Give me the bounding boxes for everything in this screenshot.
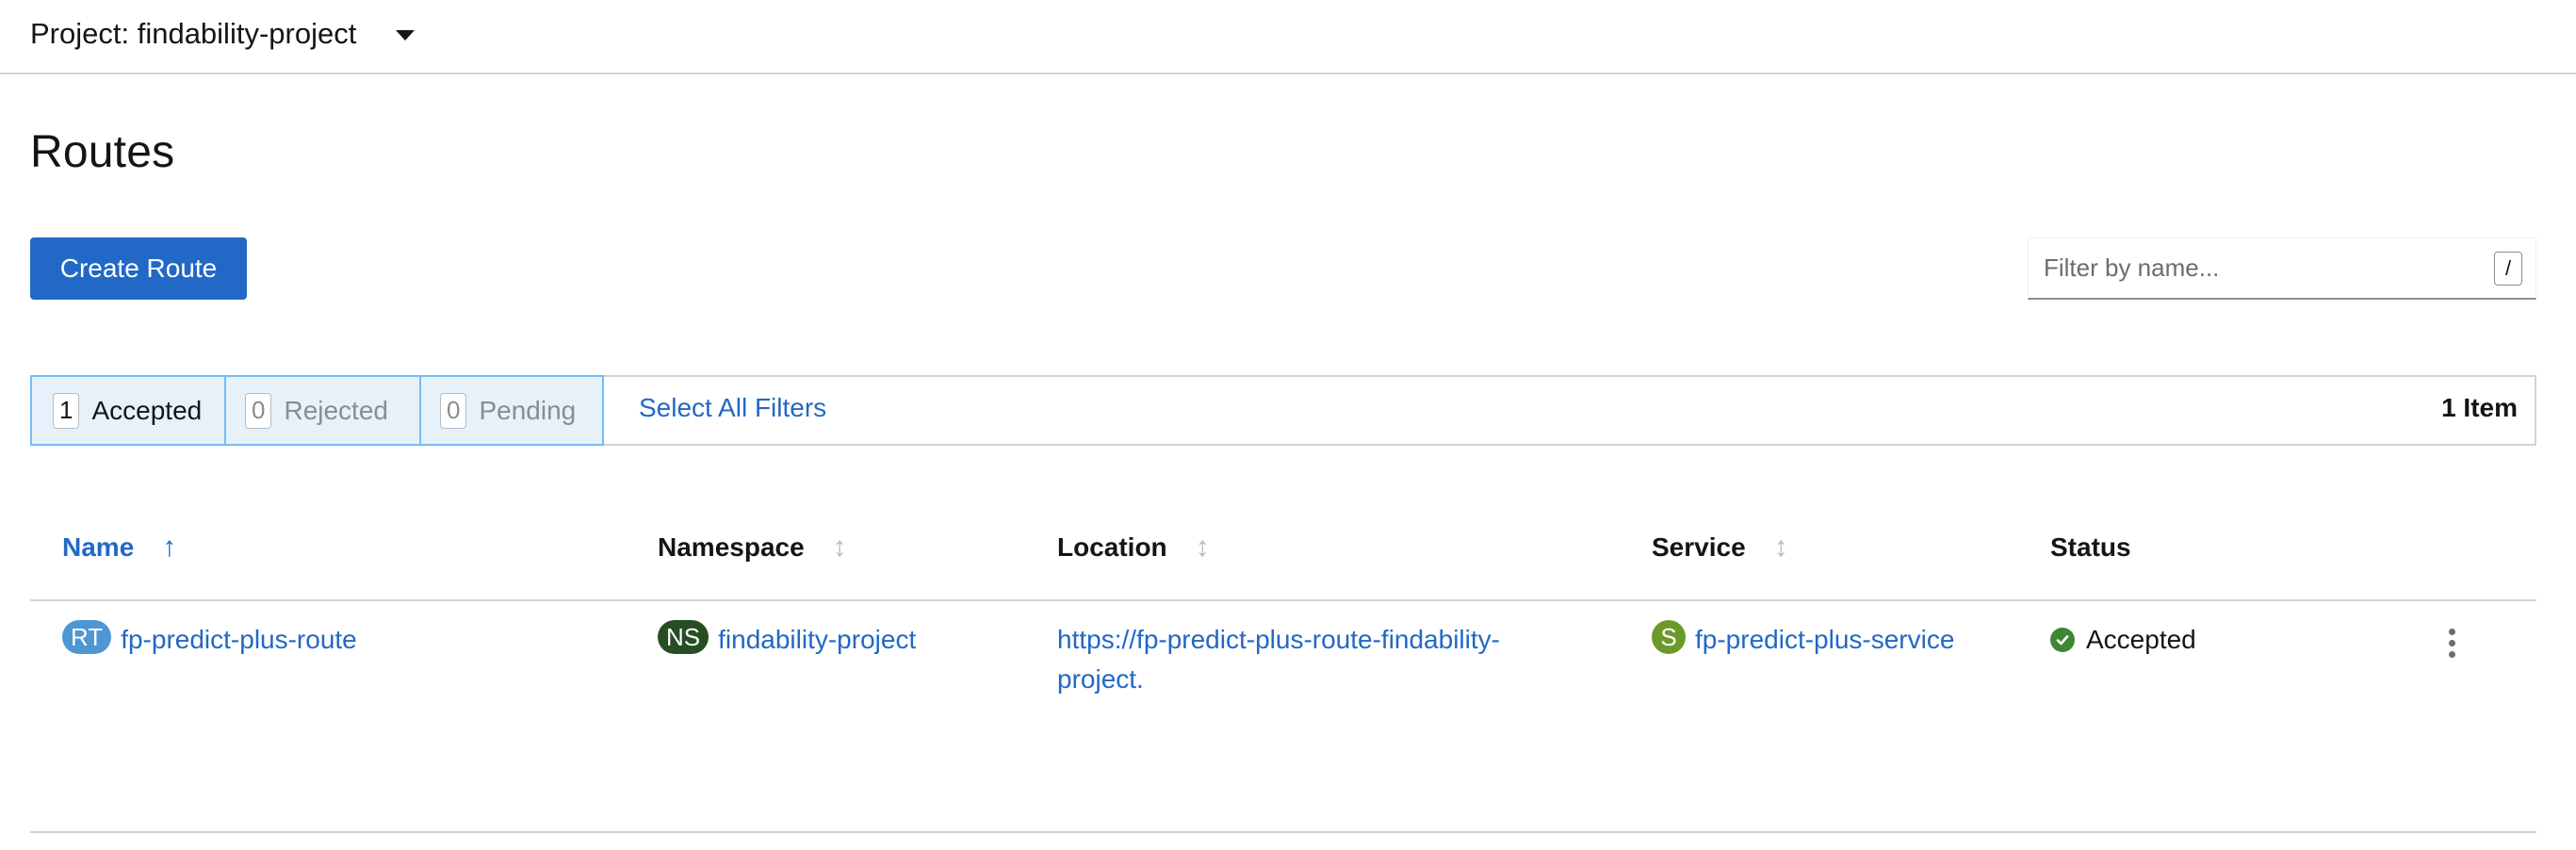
accepted-count: 1 [53, 392, 80, 429]
rejected-label: Rejected [284, 395, 388, 425]
service-resource-badge: S [1652, 620, 1686, 654]
check-circle-icon [2050, 628, 2075, 652]
select-all-filters-link[interactable]: Select All Filters [639, 393, 826, 423]
namespace-link[interactable]: findability-project [718, 620, 916, 660]
row-filter-accepted[interactable]: 1 Accepted [30, 375, 226, 446]
column-header-location[interactable]: Location ↕ [1057, 532, 1210, 563]
route-name-link[interactable]: fp-predict-plus-route [121, 620, 357, 660]
project-label: Project: findability-project [30, 17, 357, 50]
project-dropdown[interactable]: Project: findability-project [30, 13, 416, 55]
row-filter-rejected[interactable]: 0 Rejected [224, 375, 421, 446]
pending-label: Pending [479, 395, 577, 425]
column-header-service[interactable]: Service ↕ [1652, 532, 1788, 563]
cell-name: RT fp-predict-plus-route [62, 620, 357, 660]
filter-input[interactable] [2029, 238, 2535, 298]
kebab-dot [2448, 650, 2455, 658]
arrows-alt-v-icon: ↕ [1773, 531, 1788, 563]
namespace-resource-badge: NS [658, 620, 709, 654]
create-route-button[interactable]: Create Route [30, 237, 247, 300]
kebab-icon[interactable] [2442, 624, 2461, 662]
column-label-service: Service [1652, 532, 1746, 562]
column-header-status: Status [2050, 532, 2131, 563]
arrows-alt-v-icon: ↕ [832, 531, 847, 563]
long-arrow-up-icon: ↑ [162, 531, 177, 563]
cell-status: Accepted [2050, 620, 2196, 660]
row-filter-pending[interactable]: 0 Pending [419, 375, 604, 446]
table-row: RT fp-predict-plus-route NS findability-… [30, 603, 2536, 833]
arrows-alt-v-icon: ↕ [1195, 531, 1210, 563]
column-label-namespace: Namespace [658, 532, 805, 562]
cell-service: S fp-predict-plus-service [1652, 620, 1954, 660]
service-link[interactable]: fp-predict-plus-service [1695, 620, 1954, 660]
location-link[interactable]: https://fp-predict-plus-route-findabilit… [1057, 620, 1585, 699]
keyboard-shortcut-hint: / [2494, 252, 2522, 286]
pending-count: 0 [440, 392, 467, 429]
column-header-name[interactable]: Name ↑ [62, 532, 176, 563]
caret-down-icon [396, 29, 416, 41]
table-header: Name ↑ Namespace ↕ Location ↕ Service ↕ … [30, 509, 2536, 601]
cell-location: https://fp-predict-plus-route-findabilit… [1057, 620, 1585, 699]
column-header-namespace[interactable]: Namespace ↕ [658, 532, 847, 563]
kebab-dot [2448, 639, 2455, 646]
column-label-status: Status [2050, 532, 2131, 562]
status-text: Accepted [2086, 625, 2196, 654]
row-filter-toolbar: 1 Accepted 0 Rejected 0 Pending Select A… [30, 375, 2536, 446]
cell-namespace: NS findability-project [658, 620, 916, 660]
filter-by-name: / [2028, 237, 2536, 300]
project-bar: Project: findability-project [0, 0, 2576, 74]
route-resource-badge: RT [62, 620, 112, 654]
kebab-dot [2448, 628, 2455, 635]
accepted-label: Accepted [91, 395, 203, 425]
column-label-name: Name [62, 532, 135, 562]
rejected-count: 0 [245, 392, 272, 429]
page-title: Routes [30, 127, 175, 177]
column-label-location: Location [1057, 532, 1167, 562]
item-count: 1 Item [2441, 393, 2518, 422]
